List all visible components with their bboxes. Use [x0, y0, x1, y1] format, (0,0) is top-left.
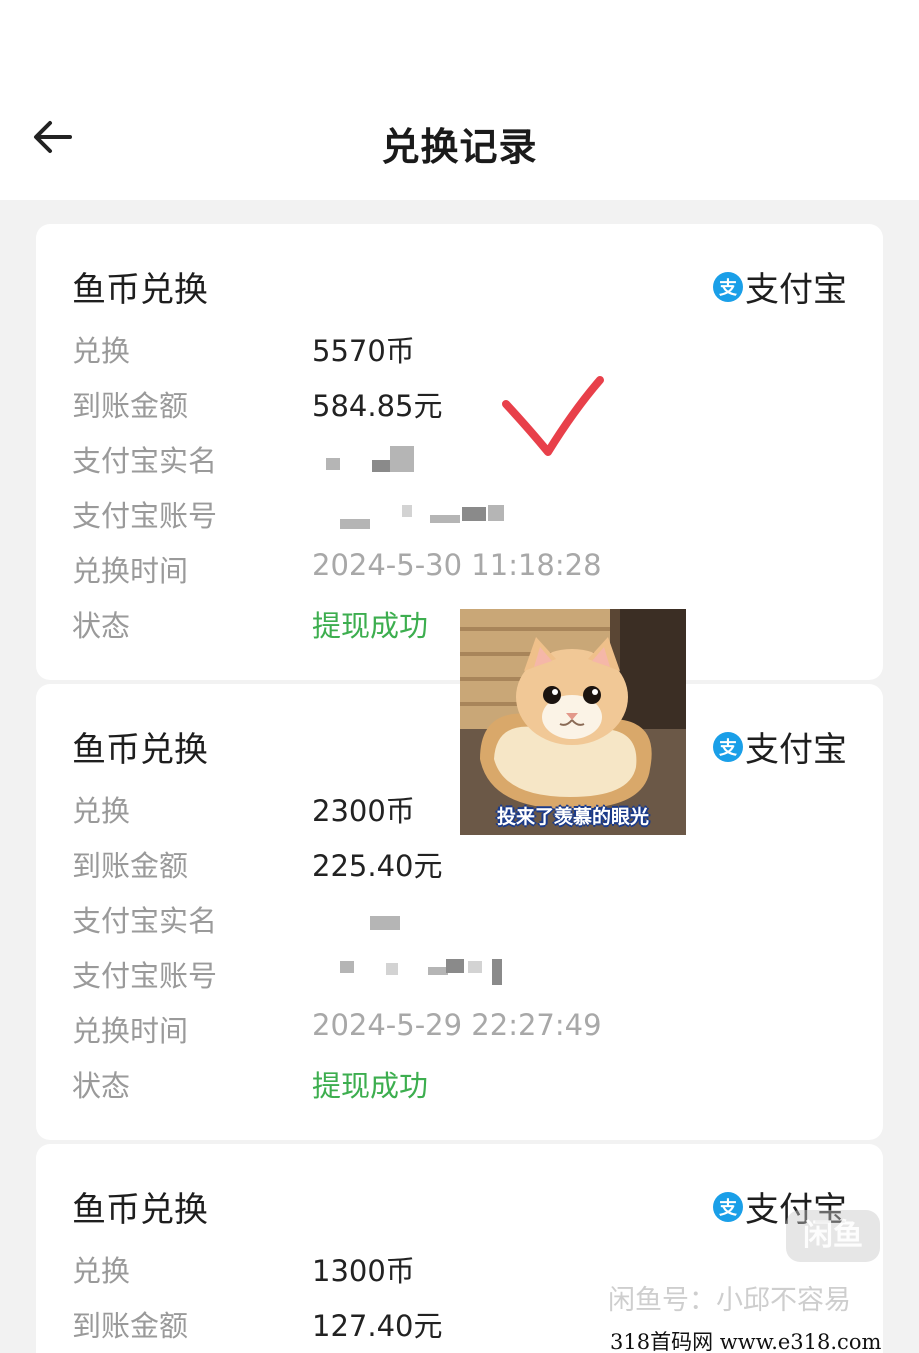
exchange-row: 兑换 5570币: [72, 328, 852, 368]
payment-method: 支 支付宝: [713, 262, 847, 311]
xianyu-watermark-logo: 闲鱼: [786, 1210, 880, 1262]
amount-value: 225.40元: [312, 849, 443, 883]
amount-value: 127.40元: [312, 1309, 443, 1343]
alipay-icon: 支: [713, 731, 743, 762]
account-row: 支付宝账号: [72, 493, 852, 533]
realname-row: 支付宝实名: [72, 898, 852, 938]
amount-label: 到账金额: [72, 1309, 189, 1343]
time-value: 2024-5-30 11:18:28: [312, 548, 602, 582]
account-label: 支付宝账号: [72, 959, 218, 993]
time-label: 兑换时间: [72, 1014, 189, 1048]
amount-label: 到账金额: [72, 849, 189, 883]
status-label: 状态: [72, 609, 131, 643]
top-bar: 兑换记录: [0, 0, 919, 200]
time-label: 兑换时间: [72, 554, 189, 588]
exchange-value: 5570币: [312, 334, 415, 368]
alipay-icon: 支: [713, 271, 743, 302]
account-label: 支付宝账号: [72, 499, 218, 533]
amount-value: 584.85元: [312, 389, 443, 423]
amount-label: 到账金额: [72, 389, 189, 423]
exchange-value: 2300币: [312, 794, 415, 828]
record-title: 鱼币兑换: [72, 730, 208, 770]
time-row: 兑换时间 2024-5-30 11:18:28: [72, 548, 852, 588]
exchange-label: 兑换: [72, 1254, 131, 1288]
xianyu-watermark-user: 闲鱼号：小邱不容易: [608, 1285, 851, 1316]
exchange-label: 兑换: [72, 794, 131, 828]
cat-meme-sticker: 投来了羡慕的眼光: [460, 609, 686, 835]
amount-row: 到账金额 225.40元: [72, 843, 852, 883]
record-card[interactable]: 鱼币兑换 支 支付宝 兑换 1300币 到账金额 127.40元: [36, 1144, 883, 1353]
payment-method-label: 支付宝: [745, 730, 847, 770]
account-row: 支付宝账号: [72, 953, 852, 993]
realname-row: 支付宝实名: [72, 438, 852, 478]
page-title: 兑换记录: [381, 125, 538, 169]
payment-method-label: 支付宝: [745, 270, 847, 310]
record-title: 鱼币兑换: [72, 1190, 208, 1230]
site-watermark: 318首码网 www.e318.com: [610, 1330, 882, 1353]
time-value: 2024-5-29 22:27:49: [312, 1008, 602, 1042]
check-mark-icon: [502, 376, 604, 456]
time-row: 兑换时间 2024-5-29 22:27:49: [72, 1008, 852, 1048]
alipay-icon: 支: [713, 1191, 743, 1222]
status-value: 提现成功: [312, 609, 429, 643]
status-label: 状态: [72, 1069, 131, 1103]
payment-method: 支 支付宝: [713, 722, 847, 771]
record-title: 鱼币兑换: [72, 270, 208, 310]
realname-label: 支付宝实名: [72, 444, 218, 478]
status-row: 状态 提现成功: [72, 1063, 852, 1103]
amount-row: 到账金额 584.85元: [72, 383, 852, 423]
status-value: 提现成功: [312, 1069, 429, 1103]
exchange-value: 1300币: [312, 1254, 415, 1288]
exchange-label: 兑换: [72, 334, 131, 368]
meme-caption: 投来了羡慕的眼光: [496, 806, 649, 828]
realname-label: 支付宝实名: [72, 904, 218, 938]
